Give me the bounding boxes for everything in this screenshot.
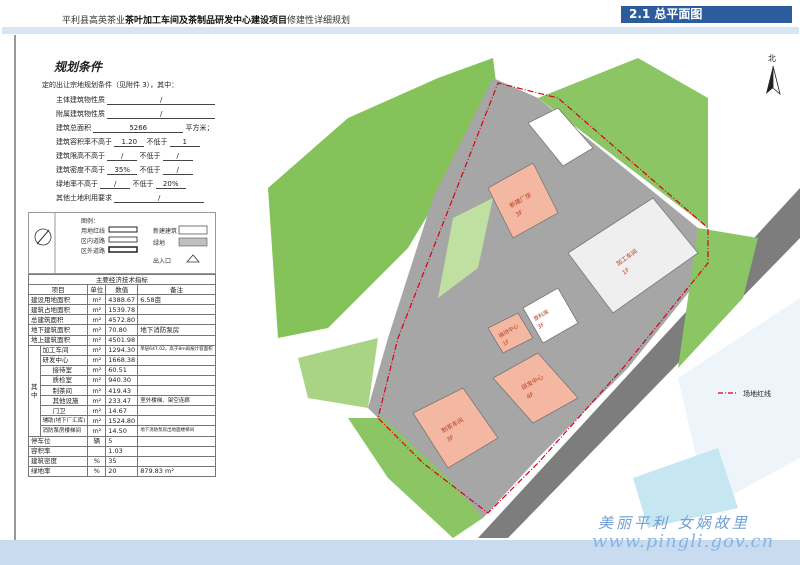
table-row: 建筑占地面积 m² 1539.78 bbox=[27, 304, 216, 316]
red-line-legend-label: 场地红线 bbox=[743, 389, 771, 398]
inner-road-swatch bbox=[108, 236, 138, 243]
table-caption: 主要经济技术指标 bbox=[28, 273, 216, 286]
green-swatch bbox=[178, 237, 208, 247]
header-divider bbox=[2, 27, 799, 34]
table-header: 单位 bbox=[87, 284, 107, 296]
outer-road-swatch bbox=[108, 246, 138, 253]
compass-icon bbox=[34, 228, 52, 246]
table-row: 绿地率% 20 879.83 m² bbox=[27, 465, 216, 477]
table-row: 辅助(地下厂汇库) m² 1524.80 bbox=[29, 415, 216, 427]
table-row: 容积率 1.03 bbox=[27, 445, 216, 457]
table-row: 建筑密度% 35 bbox=[27, 455, 216, 467]
entrance-icon bbox=[186, 254, 200, 263]
legend-graphics bbox=[34, 213, 208, 273]
main-use-row: 主体建筑物性质 / bbox=[56, 95, 216, 105]
table-row: 建设用地面积 m² 4388.67 6.58亩 bbox=[27, 294, 216, 306]
table-row: 质检室 m² 940.30 bbox=[29, 374, 216, 387]
table-row: 消防泵房楼梯间 m² 14.50 地下消防泵房出地面楼梯间 bbox=[29, 425, 216, 437]
new-building-swatch bbox=[178, 225, 208, 235]
map-legend: 图例： 用地红线 区内道路 区外道路 新建建筑 绿地 出入口 bbox=[28, 212, 216, 274]
planning-conditions-heading: 规划条件 bbox=[54, 60, 103, 74]
north-arrow: 北 bbox=[761, 52, 785, 106]
height-row: 建筑限高不高于 / 不低于 / bbox=[56, 151, 193, 161]
legend-title: 图例： bbox=[81, 218, 100, 225]
north-arrow-icon: 北 bbox=[766, 54, 781, 96]
green-row: 绿地率不高于 / 不低于 20% bbox=[56, 179, 186, 189]
legend-outer-road: 区外道路 bbox=[81, 248, 106, 255]
table-header: 数值 bbox=[105, 284, 139, 296]
legend-new-building: 新建建筑 bbox=[153, 228, 178, 235]
aux-use-row: 附属建筑物性质 / bbox=[56, 109, 216, 119]
density-row: 建筑密度不高于 35% 不低于 / bbox=[56, 165, 193, 175]
table-row: 门卫 m² 14.67 bbox=[29, 405, 216, 417]
table-header: 备注 bbox=[137, 284, 216, 296]
other-row: 其他土地利用要求 / bbox=[56, 193, 205, 203]
frame-line bbox=[14, 35, 16, 540]
indicators-table: 主要经济技术指标 项目 单位 数值 备注 建设用地面积 m² 4388.67 6.58… bbox=[27, 273, 216, 477]
legend-red-line: 用地红线 bbox=[81, 228, 106, 235]
site-plan: 加工车间 1F 新建厂房 3F 研发中心 4F 制茶车间 3F 接待中心 1F bbox=[238, 38, 800, 538]
table-row: 停车位辆 5 bbox=[27, 435, 216, 447]
planning-intro: 定的出让宗地规划条件（见附件 3），其中： bbox=[42, 81, 179, 89]
table-row: 其他设施 m² 233.47 室外楼梯、架空连廊 bbox=[29, 395, 216, 407]
legend-inner-road: 区内道路 bbox=[81, 238, 106, 245]
table-row: 制茶间 m² 419.43 bbox=[29, 385, 216, 397]
legend-green: 绿地 bbox=[153, 240, 166, 247]
far-row: 建筑容积率不高于 1.20 不低于 1 bbox=[56, 137, 200, 147]
watermark-url: www.pingli.gov.cn bbox=[592, 531, 775, 552]
table-row: 地下建筑面积 m² 70.80 地下消防泵房 bbox=[27, 324, 216, 336]
site-plan-drawing: 加工车间 1F 新建厂房 3F 研发中心 4F 制茶车间 3F 接待中心 1F bbox=[238, 38, 800, 538]
table-header: 项目 bbox=[27, 284, 89, 296]
red-line-swatch bbox=[108, 226, 138, 233]
section-title: 2.1 总平面图 bbox=[621, 6, 792, 23]
north-label: 北 bbox=[768, 54, 776, 63]
legend-entrance: 出入口 bbox=[153, 258, 172, 265]
watermark-slogan: 美丽平利 女娲故里 bbox=[598, 514, 750, 532]
page-header: 平利县高英茶业茶叶加工车间及茶制品研发中心建设项目修建性详细规划 2.1 总平面… bbox=[0, 0, 800, 30]
table-row: 地上建筑面积 m² 4501.98 bbox=[27, 334, 216, 346]
table-row: 研发中心 m² 1668.38 bbox=[29, 354, 216, 366]
table-row: 总建筑面积 m² 4572.80 bbox=[27, 314, 216, 326]
total-area-row: 建筑总面积 5266 平方米； bbox=[56, 124, 214, 133]
document-title: 平利县高英茶业茶叶加工车间及茶制品研发中心建设项目修建性详细规划 bbox=[62, 16, 351, 26]
table-row: 其中 加工车间 m² 1294.30 单层647.02，高于8m再按计容面积 bbox=[28, 344, 216, 437]
table-row: 接待室 m² 60.51 bbox=[29, 364, 216, 376]
